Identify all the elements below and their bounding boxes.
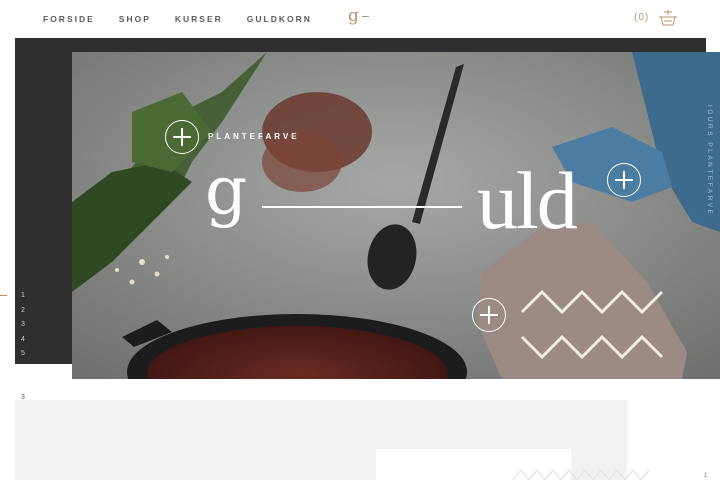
slide-pagination: 1 2 3 4 5 <box>21 289 25 362</box>
nav-link-shop[interactable]: SHOP <box>119 14 151 24</box>
zigzag-pattern-icon <box>513 469 650 480</box>
slide-number-3[interactable]: 3 <box>21 318 25 333</box>
slide-number-4[interactable]: 4 <box>21 333 25 348</box>
nav-link-forside[interactable]: FORSIDE <box>43 14 95 24</box>
hotspot-plus-icon[interactable] <box>472 298 506 332</box>
hero-title-uld: uld <box>477 155 578 246</box>
hero-title-line <box>262 206 462 208</box>
logo-dash <box>361 16 369 17</box>
corner-page-number: 1 <box>704 473 708 479</box>
nav-link-kurser[interactable]: KURSER <box>175 14 223 24</box>
slide-number-5[interactable]: 5 <box>21 347 25 362</box>
hotspot-plus-icon[interactable] <box>607 163 641 197</box>
hotspot-plus-icon[interactable] <box>165 120 199 154</box>
site-logo[interactable]: g <box>348 8 369 25</box>
shopping-basket-icon[interactable] <box>658 9 678 27</box>
logo-letter: g <box>348 6 359 26</box>
hero-category-label: PLANTEFARVE <box>208 132 300 141</box>
orange-indicator-tick <box>0 295 7 296</box>
hero-vertical-caption: IGURS PLANTEFARVE <box>706 105 713 217</box>
hero-photo-illustration <box>72 52 720 379</box>
hero-image <box>72 52 720 379</box>
top-navigation: FORSIDE SHOP KURSER GULDKORN g (0) <box>0 0 720 38</box>
cart-count[interactable]: (0) <box>634 12 649 23</box>
slide-number-2[interactable]: 2 <box>21 304 25 319</box>
slide-number-1[interactable]: 1 <box>21 289 25 304</box>
nav-link-guldkorn[interactable]: GULDKORN <box>247 14 312 24</box>
hero-title-g: g <box>205 152 248 229</box>
nav-links: FORSIDE SHOP KURSER GULDKORN <box>43 14 312 24</box>
